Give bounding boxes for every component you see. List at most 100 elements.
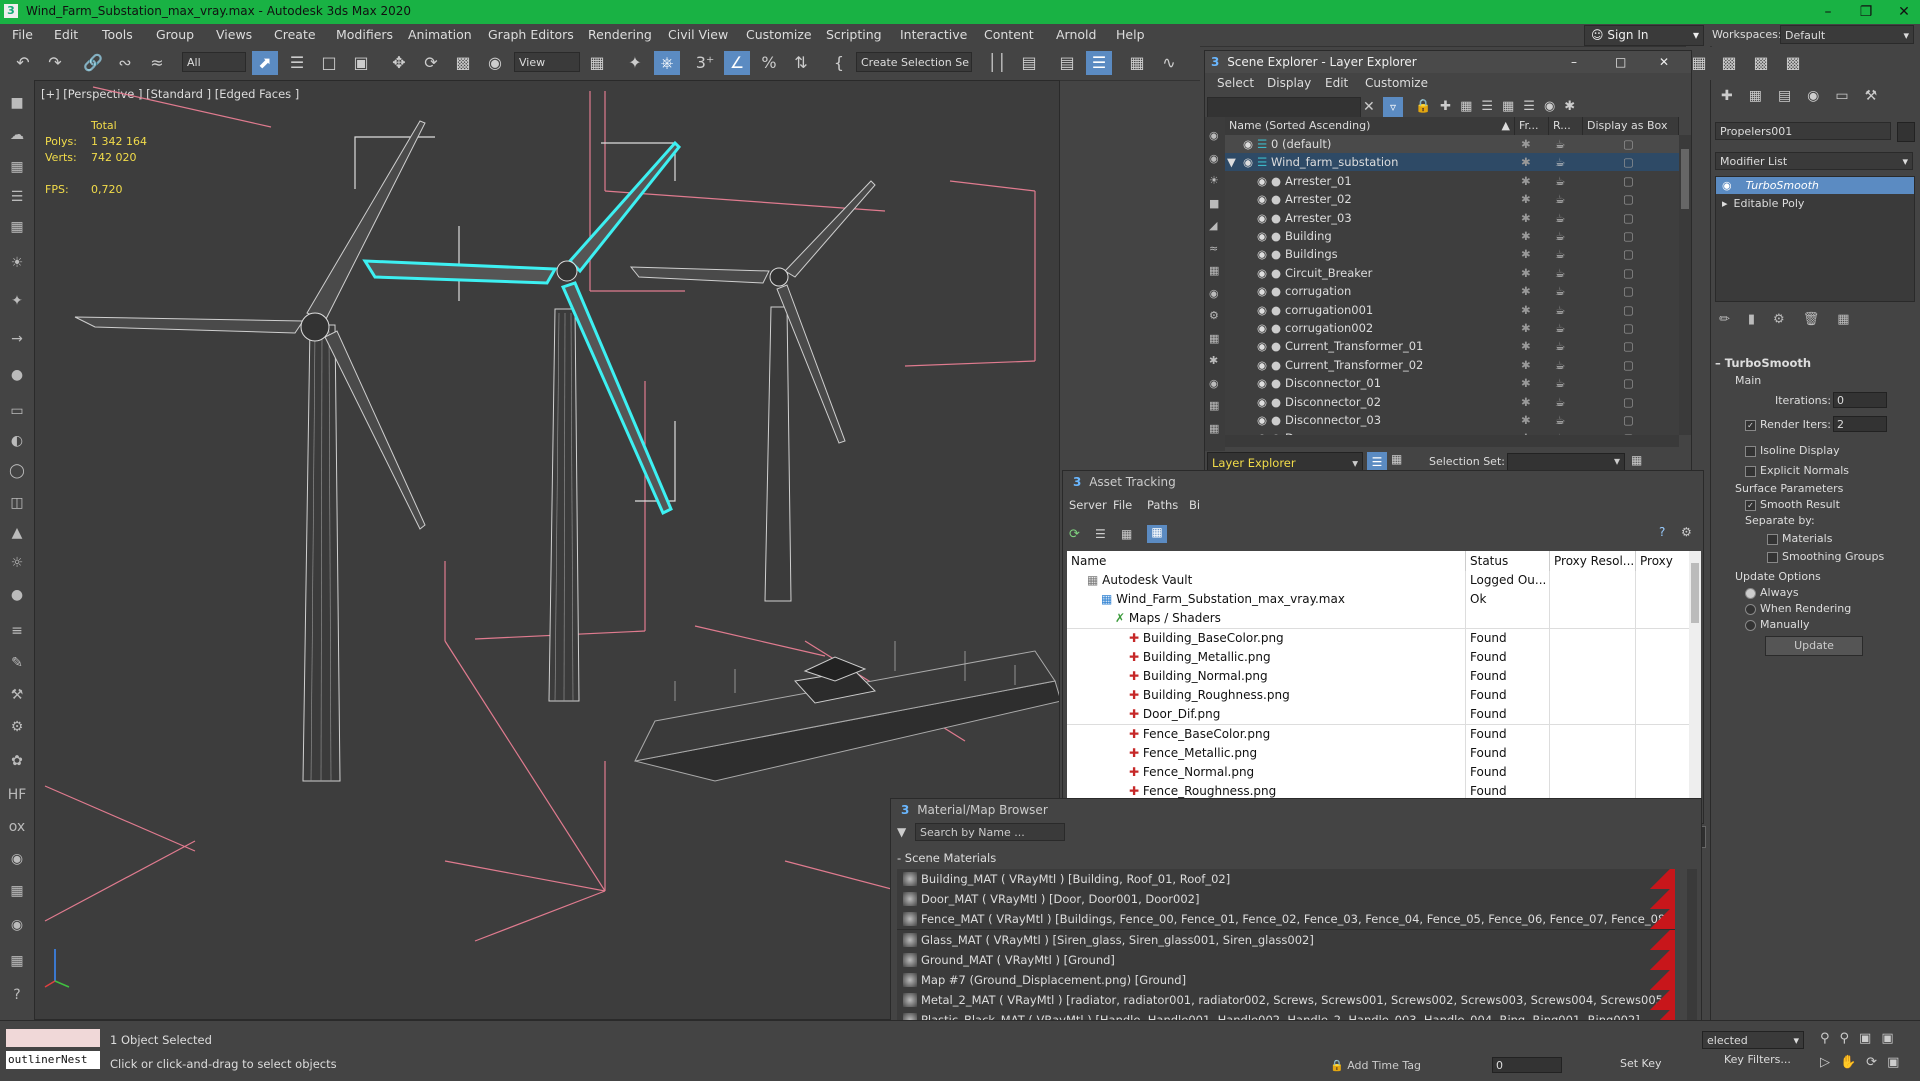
minimize-icon[interactable]: –	[1571, 51, 1577, 73]
link-icon[interactable]: 🔗	[80, 51, 106, 75]
restore-icon[interactable]: ❐	[1846, 2, 1886, 22]
isoline-display-checkbox[interactable]: Isoline Display	[1745, 444, 1840, 457]
freeze-icon[interactable]: ✱	[1521, 190, 1531, 208]
update-button[interactable]: Update	[1765, 636, 1863, 656]
se-menu-select[interactable]: Select	[1217, 76, 1254, 90]
menu-arnold[interactable]: Arnold	[1056, 27, 1096, 42]
substation-model[interactable]	[634, 641, 1060, 782]
particles-icon[interactable]: ●	[5, 364, 29, 386]
refresh-icon[interactable]: ⟳	[1069, 527, 1080, 542]
menu-create[interactable]: Create	[274, 27, 316, 42]
selection-filter-dropdown[interactable]: All	[182, 52, 246, 72]
box-icon[interactable]: ▢	[1623, 190, 1634, 208]
help-icon[interactable]: ?	[1659, 525, 1665, 539]
render-teapot-icon[interactable]: ☕	[1555, 153, 1565, 171]
render-teapot-icon[interactable]: ☕	[1555, 172, 1565, 190]
leaf-icon[interactable]: ✿	[5, 750, 29, 772]
object-color-swatch[interactable]	[1897, 122, 1915, 142]
menu-graph-editors[interactable]: Graph Editors	[488, 27, 574, 42]
render-frame-window-icon[interactable]: ▩	[1716, 51, 1742, 75]
at-row[interactable]: ▦ Wind_Farm_Substation_max_vray.max Ok	[1067, 590, 1689, 611]
named-selection-dropdown[interactable]: Create Selection Se	[856, 52, 972, 72]
at-menu-file[interactable]: File	[1113, 498, 1132, 512]
list-view-icon[interactable]: ☰	[1095, 527, 1106, 541]
set-key-button[interactable]: Set Key	[1620, 1057, 1662, 1070]
bind-space-warp-icon[interactable]: ≈	[144, 51, 170, 75]
place-icon[interactable]: ◉	[482, 51, 508, 75]
box-icon[interactable]: ▢	[1623, 227, 1634, 245]
menu-views[interactable]: Views	[216, 27, 252, 42]
material-row[interactable]: Glass_MAT ( VRayMtl ) [Siren_glass, Sire…	[897, 929, 1675, 951]
at-row[interactable]: ✚ Door_Dif.png Found	[1067, 705, 1689, 726]
edit-named-selection-icon[interactable]: {	[826, 51, 852, 75]
current-frame-field[interactable]: 0	[1492, 1057, 1562, 1073]
eye-icon[interactable]: ◉	[1257, 209, 1267, 227]
freeze-icon[interactable]: ✱	[1521, 337, 1531, 355]
se-row[interactable]: ◉ ● Disconnector_01 ✱ ☕ ▢	[1225, 374, 1679, 392]
plane-icon[interactable]: ▭	[5, 400, 29, 422]
se-row[interactable]: ◉ ● Disconnector_02 ✱ ☕ ▢	[1225, 393, 1679, 411]
material-row[interactable]: Fence_MAT ( VRayMtl ) [Buildings, Fence_…	[897, 909, 1675, 931]
se-row[interactable]: ◉ ● Current_Transformer_01 ✱ ☕ ▢	[1225, 337, 1679, 355]
box-icon[interactable]: ▢	[1623, 411, 1634, 429]
undo-icon[interactable]: ↶	[10, 51, 36, 75]
eye-icon[interactable]: ◉	[1257, 282, 1267, 300]
spinner-snap-icon[interactable]: ⇅	[788, 51, 814, 75]
wind-turbine-middle-selected[interactable]	[362, 140, 682, 702]
curve-editor-icon[interactable]: ∿	[1156, 51, 1182, 75]
eye-icon[interactable]: ◉	[1257, 337, 1267, 355]
box-icon[interactable]: ▢	[1623, 153, 1634, 171]
materials-checkbox[interactable]: Materials	[1767, 532, 1832, 545]
col-box-header[interactable]: Display as Box	[1583, 117, 1679, 135]
menu-help[interactable]: Help	[1116, 27, 1145, 42]
se-row[interactable]: ◉ ● Disconnector_03 ✱ ☕ ▢	[1225, 411, 1679, 429]
se-row[interactable]: ◉ ● corrugation002 ✱ ☕ ▢	[1225, 319, 1679, 337]
at-vertical-scrollbar[interactable]	[1689, 551, 1701, 803]
eye-icon[interactable]: ◉	[1257, 356, 1267, 374]
at-row[interactable]: ▦ Autodesk Vault Logged Ou...	[1067, 571, 1689, 591]
settings-icon[interactable]: ⚙	[1681, 525, 1692, 539]
freeze-icon[interactable]: ✱	[1521, 411, 1531, 429]
at-menu-paths[interactable]: Paths	[1147, 498, 1178, 512]
render-teapot-icon[interactable]: ☕	[1555, 190, 1565, 208]
scene-explorer-titlebar[interactable]: 3 Scene Explorer - Layer Explorer – □ ✕	[1205, 51, 1691, 73]
menu-tools[interactable]: Tools	[102, 27, 133, 42]
freeze-icon[interactable]: ✱	[1521, 135, 1531, 153]
eye-icon[interactable]: ◉	[1257, 374, 1267, 392]
cloud-icon[interactable]: ☁	[5, 124, 29, 146]
se-scroll-thumb[interactable]	[1681, 149, 1689, 209]
menu-file[interactable]: File	[12, 27, 33, 42]
at-scroll-thumb[interactable]	[1691, 563, 1699, 623]
hf-icon[interactable]: HF	[5, 784, 29, 806]
se-row[interactable]: ◉ ● Building ✱ ☕ ▢	[1225, 227, 1679, 245]
render-teapot-icon[interactable]: ☕	[1555, 245, 1565, 263]
box-icon[interactable]: ▢	[1623, 245, 1634, 263]
vray-icon[interactable]: ◉	[5, 914, 29, 936]
se-menu-display[interactable]: Display	[1267, 76, 1311, 90]
create-geometry-icon[interactable]: ■	[5, 92, 29, 114]
align-icon[interactable]: ▤	[1016, 51, 1042, 75]
se-row[interactable]: ◉ ● Arrester_01 ✱ ☕ ▢	[1225, 172, 1679, 190]
stack-tools[interactable]: ✏▮⚙🗑▦	[1719, 312, 1868, 327]
close-icon[interactable]: ✕	[1659, 51, 1669, 73]
menu-content[interactable]: Content	[984, 27, 1034, 42]
material-row[interactable]: Door_MAT ( VRayMtl ) [Door, Door001, Doo…	[897, 889, 1675, 911]
freeze-icon[interactable]: ✱	[1521, 301, 1531, 319]
help-icon[interactable]: ?	[5, 984, 29, 1006]
menu-scripting[interactable]: Scripting	[826, 27, 882, 42]
angle-snap-icon[interactable]: ∠	[724, 51, 750, 75]
at-row[interactable]: ✗ Maps / Shaders	[1067, 609, 1689, 630]
se-row[interactable]: ◉ ☰ 0 (default) ✱ ☕ ▢	[1225, 135, 1679, 153]
sphere-half-icon[interactable]: ◐	[5, 430, 29, 452]
wind-turbine-right[interactable]	[629, 180, 876, 602]
eye-icon[interactable]: ◉	[1257, 227, 1267, 245]
maxscript-mini-listener-input[interactable]: outlinerNest	[6, 1051, 100, 1069]
pivot-center-icon[interactable]: ▦	[584, 51, 610, 75]
toggle-ribbon-icon[interactable]: ▦	[1124, 51, 1150, 75]
viewport-nav-controls-2[interactable]: ▷✋⟳▣	[1820, 1055, 1909, 1070]
globe-icon[interactable]: ◉	[5, 848, 29, 870]
freeze-icon[interactable]: ✱	[1521, 264, 1531, 282]
sphere-icon[interactable]: ◯	[5, 460, 29, 482]
at-row[interactable]: ✚ Fence_BaseColor.png Found	[1067, 724, 1689, 745]
collapse-icon[interactable]: ▼	[1227, 153, 1236, 171]
